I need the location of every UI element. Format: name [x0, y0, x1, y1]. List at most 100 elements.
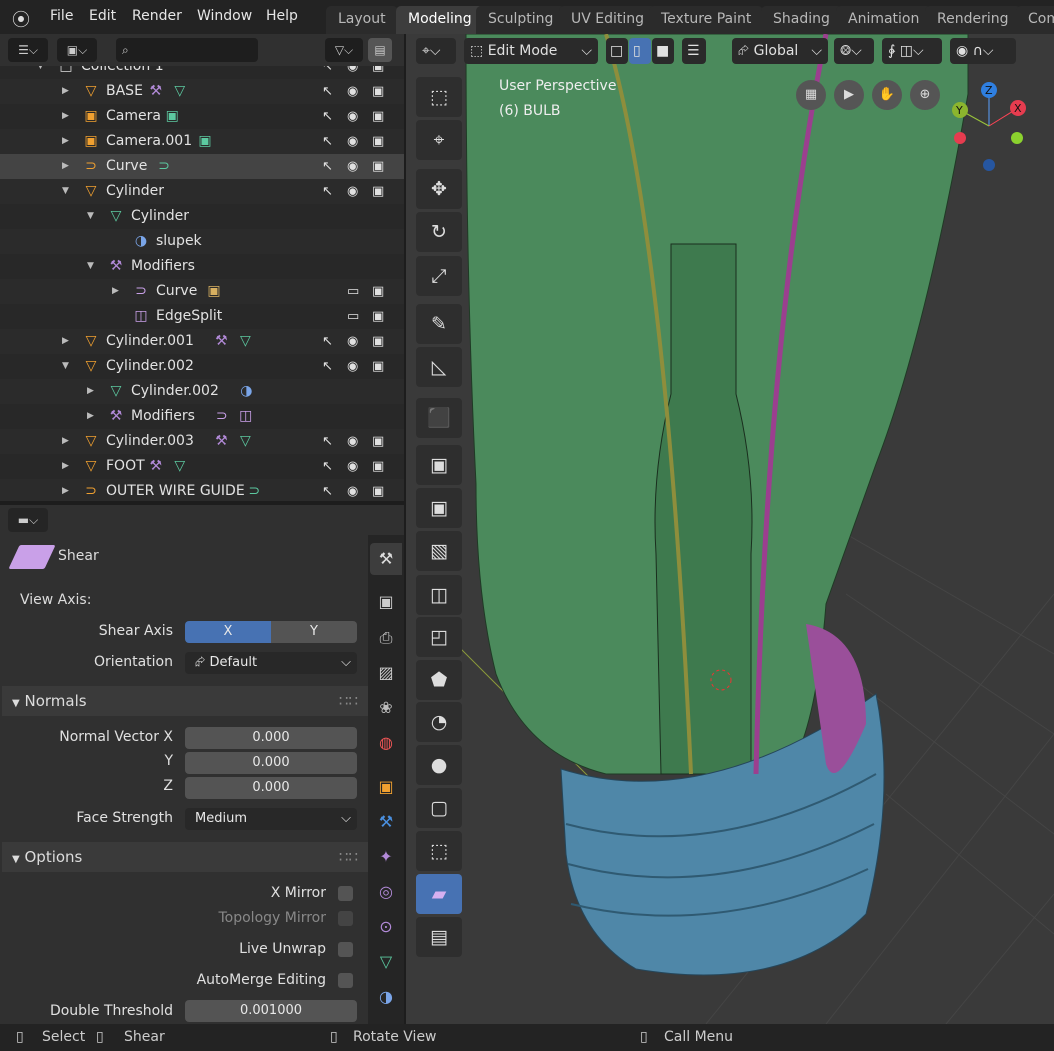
- properties-tab-render[interactable]: ▣: [370, 586, 402, 618]
- pivot-point-button[interactable]: ⨷⌵: [834, 38, 874, 64]
- expand-arrow-icon[interactable]: ▼: [62, 354, 69, 379]
- automerge-checkbox[interactable]: [338, 973, 353, 988]
- mesh-icon[interactable]: ▽: [171, 454, 189, 479]
- menu-render[interactable]: Render: [132, 8, 182, 24]
- shear-axis-x-button[interactable]: X: [185, 621, 271, 643]
- expand-arrow-icon[interactable]: ▼: [87, 204, 94, 229]
- selectable-cursor-icon[interactable]: ↖: [322, 454, 333, 479]
- menu-window[interactable]: Window: [197, 8, 252, 24]
- shear-axis-y-button[interactable]: Y: [271, 621, 357, 643]
- expand-arrow-icon[interactable]: ▶: [112, 279, 119, 304]
- properties-tab-physics[interactable]: ◎: [370, 876, 402, 908]
- filter-button[interactable]: ▽⌵: [325, 38, 363, 62]
- outliner-row[interactable]: ▶ ▽ BASE ⚒ ▽ ↖ ◉ ▣: [0, 79, 404, 104]
- pan-hand-icon[interactable]: ✋: [872, 80, 902, 110]
- render-camera-icon[interactable]: ▣: [372, 429, 384, 454]
- wrench-icon[interactable]: ⚒: [212, 429, 230, 454]
- bevel-tool[interactable]: ▧: [416, 531, 462, 571]
- expand-arrow-icon[interactable]: ▼: [62, 179, 69, 204]
- x-mirror-checkbox[interactable]: [338, 886, 353, 901]
- properties-tab-material[interactable]: ◑: [370, 981, 402, 1013]
- properties-tab-particles[interactable]: ✦: [370, 841, 402, 873]
- outliner-row[interactable]: ▶ ⊃ OUTER WIRE GUIDE ⊃ ↖ ◉ ▣: [0, 479, 404, 501]
- material-icon[interactable]: ◑: [237, 379, 255, 404]
- wrench-icon[interactable]: ⚒: [147, 79, 165, 104]
- edge-slide-tool[interactable]: ▢: [416, 788, 462, 828]
- face-select-button[interactable]: ■: [652, 38, 674, 64]
- mesh-icon[interactable]: ▽: [236, 429, 254, 454]
- selectable-cursor-icon[interactable]: ↖: [322, 179, 333, 204]
- outliner-row[interactable]: ▶ ⚒ Modifiers ⊃ ◫: [0, 404, 404, 429]
- properties-tab-world[interactable]: ◍: [370, 727, 402, 759]
- outliner-row[interactable]: ▶ ▣ Camera ▣ ↖ ◉ ▣: [0, 104, 404, 129]
- viewport-display-icon[interactable]: ▭: [347, 279, 359, 304]
- select-box-tool[interactable]: ⬚: [416, 77, 462, 117]
- add-cube-tool[interactable]: ⬛: [416, 398, 462, 438]
- expand-arrow-icon[interactable]: ▶: [62, 104, 69, 129]
- render-camera-icon[interactable]: ▣: [372, 454, 384, 479]
- transform-orientation-dropdown[interactable]: ⮳ Global ⌵: [732, 38, 828, 64]
- selectable-cursor-icon[interactable]: ↖: [322, 429, 333, 454]
- display-mode-button[interactable]: ☰⌵: [8, 38, 48, 62]
- rotate-tool[interactable]: ↻: [416, 212, 462, 252]
- outliner-row[interactable]: ▶ ▽ Cylinder.002 ◑: [0, 379, 404, 404]
- hamburger-menu-icon[interactable]: ☰: [682, 38, 706, 64]
- outliner-search-input[interactable]: ⌕: [116, 38, 258, 62]
- camera-data-icon[interactable]: ▣: [163, 104, 181, 129]
- spin-tool[interactable]: ◔: [416, 702, 462, 742]
- curve-data-icon[interactable]: ⊃: [245, 479, 263, 501]
- blender-logo-icon[interactable]: ⦿: [12, 6, 30, 32]
- new-collection-button[interactable]: ▤: [368, 38, 392, 62]
- render-camera-icon[interactable]: ▣: [372, 104, 384, 129]
- render-camera-icon[interactable]: ▣: [372, 354, 384, 379]
- options-panel-header[interactable]: ▼ Options ∷∷: [2, 842, 368, 872]
- workspace-tab-animation[interactable]: Animation: [836, 6, 932, 34]
- normal-y-field[interactable]: 0.000: [185, 752, 357, 774]
- selectable-cursor-icon[interactable]: ↖: [322, 354, 333, 379]
- workspace-tab-com[interactable]: Com: [1016, 6, 1054, 34]
- workspace-tab-rendering[interactable]: Rendering: [925, 6, 1021, 34]
- extrude-tool[interactable]: ▣: [416, 445, 462, 485]
- render-camera-icon[interactable]: ▣: [372, 329, 384, 354]
- workspace-tab-uv-editing[interactable]: UV Editing: [559, 6, 657, 34]
- topology-mirror-checkbox[interactable]: [338, 911, 353, 926]
- knife-tool[interactable]: ◰: [416, 617, 462, 657]
- double-threshold-field[interactable]: 0.001000: [185, 1000, 357, 1022]
- render-camera-icon[interactable]: ▣: [372, 279, 384, 304]
- render-camera-icon[interactable]: ▣: [372, 304, 384, 329]
- poly-build-tool[interactable]: ⬟: [416, 660, 462, 700]
- selectable-cursor-icon[interactable]: ↖: [322, 104, 333, 129]
- properties-tab-scene[interactable]: ❀: [370, 692, 402, 724]
- properties-tab-constraints[interactable]: ⊙: [370, 911, 402, 943]
- expand-arrow-icon[interactable]: ▶: [62, 329, 69, 354]
- selectability-button[interactable]: ⌖⌵: [416, 38, 456, 64]
- proportional-edit-button[interactable]: ◉ ∩⌵: [950, 38, 1016, 64]
- outliner-row[interactable]: ▶ ⊃ Curve ⊃ ↖ ◉ ▣: [0, 154, 404, 179]
- vertex-select-button[interactable]: □: [606, 38, 628, 64]
- expand-arrow-icon[interactable]: ▶: [87, 379, 94, 404]
- filter-view-button[interactable]: ▣⌵: [57, 38, 97, 62]
- selectable-cursor-icon[interactable]: ↖: [322, 479, 333, 501]
- render-camera-icon[interactable]: ▣: [372, 479, 384, 501]
- wrench-icon[interactable]: ⚒: [147, 454, 165, 479]
- menu-help[interactable]: Help: [266, 8, 298, 24]
- drag-handle-icon[interactable]: ∷∷: [339, 842, 358, 872]
- outliner-row[interactable]: ▼ ▽ Cylinder.002 ↖ ◉ ▣: [0, 354, 404, 379]
- 3d-viewport[interactable]: ⬚ ⌖ ✥ ↻ ⤢ ✎ ◺ ⬛ ▣ ▣ ▧ ◫ ◰ ⬟ ◔ ● ▢ ⬚ ▰ ▤ ⌖⌵ ⬚ Edit Mode ⌵ □ ▯…: [406, 34, 1054, 1024]
- selectable-cursor-icon[interactable]: ↖: [322, 329, 333, 354]
- object-box-icon[interactable]: ▣: [205, 279, 223, 304]
- render-camera-icon[interactable]: ▣: [372, 79, 384, 104]
- workspace-tab-modeling[interactable]: Modeling: [396, 6, 484, 34]
- outliner-row[interactable]: ▶ ▣ Camera.001 ▣ ↖ ◉ ▣: [0, 129, 404, 154]
- expand-arrow-icon[interactable]: ▶: [62, 129, 69, 154]
- editor-type-button[interactable]: ▬⌵: [8, 508, 48, 532]
- wrench-icon[interactable]: ⚒: [212, 329, 230, 354]
- outliner-row[interactable]: ▼ ▽ Cylinder: [0, 204, 404, 229]
- visibility-eye-icon[interactable]: ◉: [347, 179, 358, 204]
- face-strength-dropdown[interactable]: Medium ⌵: [185, 808, 357, 830]
- visibility-eye-icon[interactable]: ◉: [347, 79, 358, 104]
- edgesplit-icon[interactable]: ◫: [237, 404, 255, 429]
- workspace-tab-layout[interactable]: Layout: [326, 6, 398, 34]
- menu-file[interactable]: File: [50, 8, 73, 24]
- mesh-icon[interactable]: ▽: [236, 329, 254, 354]
